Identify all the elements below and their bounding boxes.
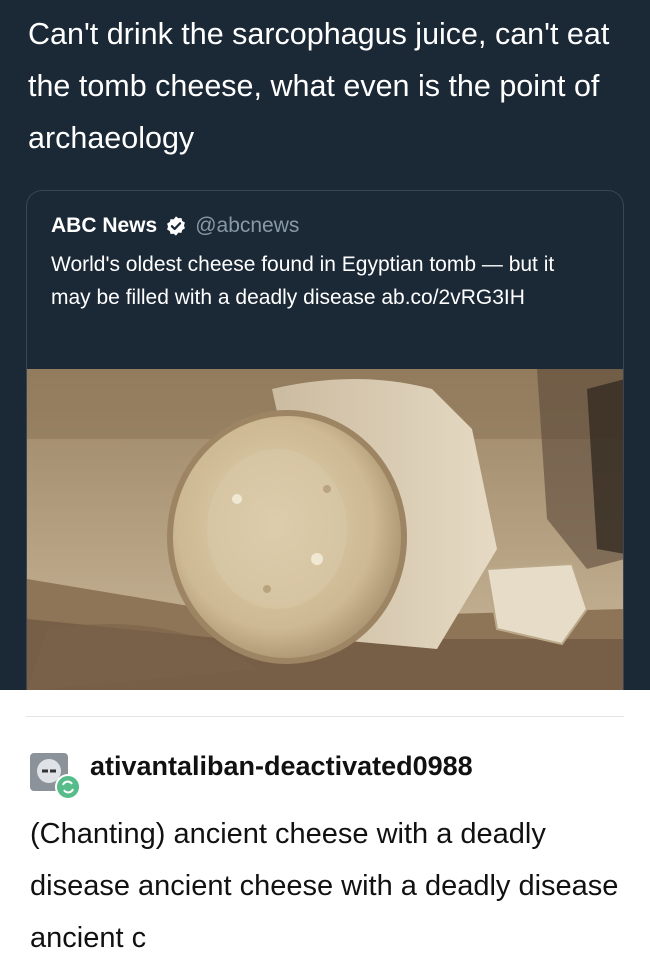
quoted-tweet-text: World's oldest cheese found in Egyptian … (51, 253, 555, 309)
quoted-author-name[interactable]: ABC News (51, 214, 157, 238)
user-avatar[interactable] (30, 753, 82, 801)
divider (26, 716, 624, 717)
quoted-author-handle[interactable]: @abcnews (195, 214, 299, 238)
reblog-badge-icon (55, 774, 81, 800)
verified-badge-icon (167, 216, 186, 236)
tweet-panel: Can't drink the sarcophagus juice, can't… (0, 0, 650, 690)
cheese-jar-photo[interactable] (27, 369, 624, 690)
reblog-comment: (Chanting) ancient cheese with a deadly … (30, 818, 619, 954)
quoted-tweet-header: ABC News @abcnews (51, 211, 299, 241)
reblog-username[interactable]: ativantaliban-deactivated0988 (90, 751, 473, 782)
tweet-text: Can't drink the sarcophagus juice, can't… (28, 17, 610, 155)
quoted-tweet-card[interactable]: ABC News @abcnews World's oldest cheese … (26, 190, 624, 690)
